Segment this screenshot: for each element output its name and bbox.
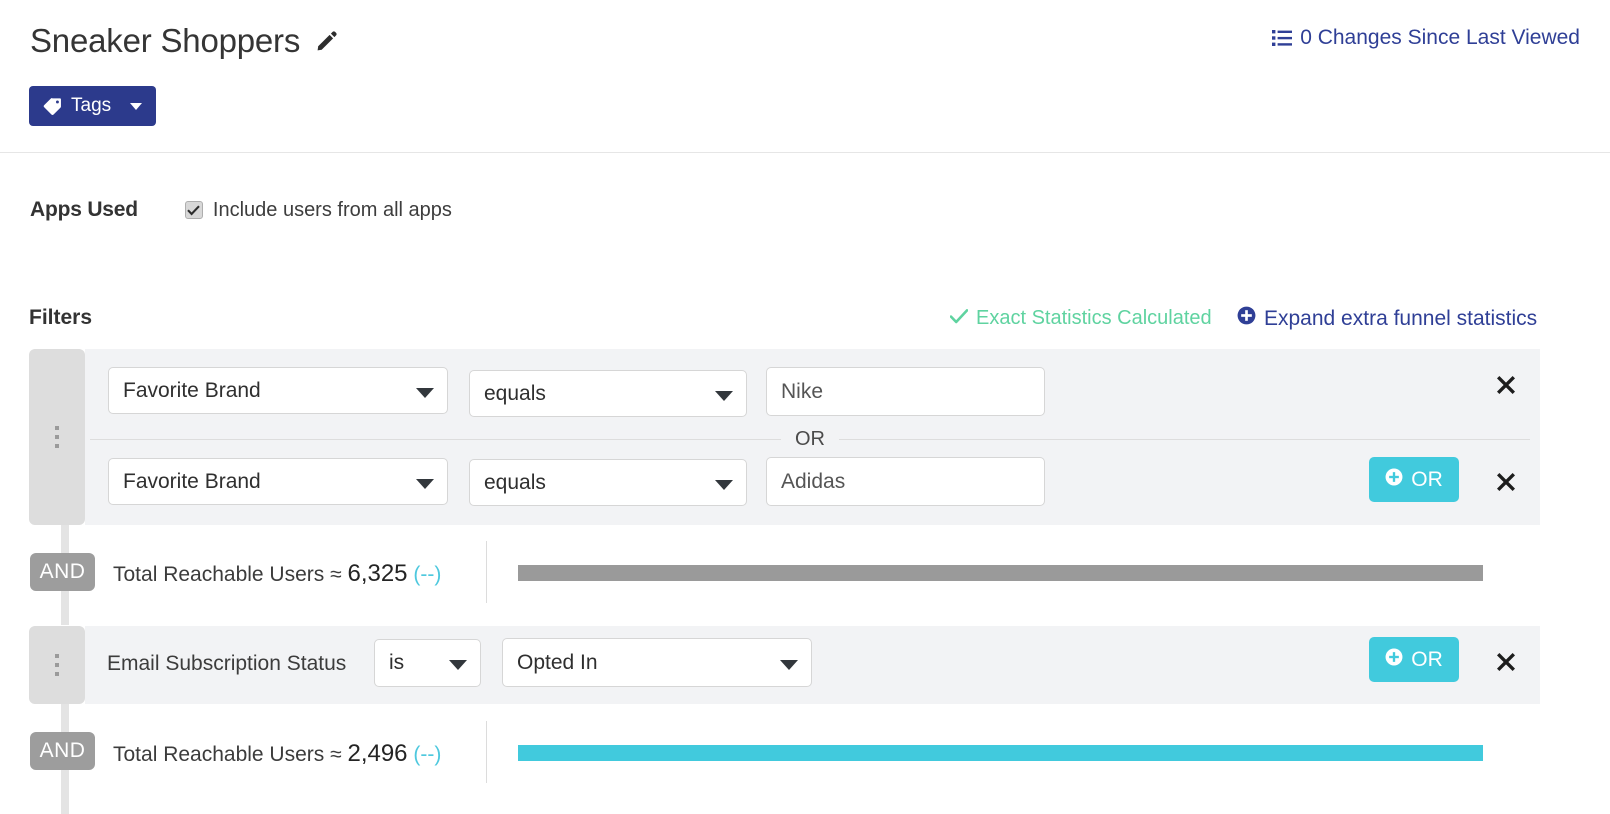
- filter-1-value-input[interactable]: Nike: [766, 367, 1045, 416]
- include-all-apps-checkbox[interactable]: [184, 201, 203, 219]
- reach-row-2-bar: [518, 745, 1483, 761]
- close-icon: [1497, 473, 1515, 491]
- include-all-apps-label: Include users from all apps: [212, 198, 452, 221]
- chevron-down-icon: [715, 479, 733, 490]
- tag-icon: [43, 97, 62, 116]
- filter-3-value-text: Opted In: [517, 650, 598, 674]
- pencil-icon[interactable]: [314, 28, 340, 54]
- page-title: Sneaker Shoppers: [30, 22, 301, 59]
- filter-2-operator-value: equals: [484, 470, 546, 494]
- or-divider: OR: [90, 426, 1530, 452]
- tags-button[interactable]: Tags: [29, 86, 157, 126]
- plus-circle-icon: [1385, 468, 1403, 492]
- changes-link-label: 0 Changes Since Last Viewed: [1300, 26, 1580, 49]
- total-reachable-users-1-count: 6,325: [347, 560, 408, 587]
- expand-funnel-statistics-link[interactable]: Expand extra funnel statistics: [1237, 306, 1537, 331]
- total-reachable-users-2-prefix: Total Reachable Users ≈: [113, 743, 348, 766]
- filter-2-operator-select[interactable]: equals: [469, 459, 747, 506]
- filter-3-delete-button[interactable]: [1493, 649, 1519, 675]
- filter-3-add-or-button[interactable]: OR: [1369, 637, 1459, 682]
- filter-2-value-text: Adidas: [781, 469, 846, 493]
- filter-2-add-or-button[interactable]: OR: [1369, 457, 1459, 502]
- segment-builder-page: Sneaker Shoppers Tags 0 Changes Since La…: [0, 0, 1610, 814]
- filter-2-field-value: Favorite Brand: [123, 469, 261, 493]
- total-reachable-users-2: Total Reachable Users ≈ 2,496 (--): [113, 740, 441, 768]
- filter-group-2-drag-handle[interactable]: [29, 626, 85, 704]
- title-row: Sneaker Shoppers: [30, 22, 340, 60]
- page-header: Sneaker Shoppers Tags 0 Changes Since La…: [0, 0, 1610, 153]
- plus-circle-icon: [1237, 306, 1256, 331]
- filter-2-value-input[interactable]: Adidas: [766, 457, 1045, 506]
- filter-2-field-select[interactable]: Favorite Brand: [108, 458, 448, 505]
- exact-statistics-label: Exact Statistics Calculated: [976, 307, 1212, 329]
- and-connector-2-label: AND: [39, 739, 86, 762]
- close-icon: [1497, 653, 1515, 671]
- or-divider-line-right: [839, 438, 1530, 440]
- filter-group-1-drag-handle[interactable]: [29, 349, 85, 525]
- filter-1-operator-select[interactable]: equals: [469, 370, 747, 417]
- filter-3-add-or-label: OR: [1411, 647, 1443, 671]
- apps-used-row: Apps Used Include users from all apps: [30, 198, 452, 222]
- and-connector-2: AND: [30, 732, 95, 770]
- chevron-down-icon: [780, 659, 798, 670]
- total-reachable-users-1-delta: (--): [413, 563, 442, 586]
- total-reachable-users-2-count: 2,496: [347, 740, 408, 767]
- chevron-down-icon: [416, 387, 434, 398]
- reach-row-1-separator: [486, 541, 487, 603]
- changes-since-last-viewed-link[interactable]: 0 Changes Since Last Viewed: [1272, 26, 1580, 50]
- and-connector-1: AND: [30, 553, 95, 591]
- or-divider-line-left: [90, 438, 781, 440]
- filter-3-operator-value: is: [389, 651, 405, 674]
- filter-1-field-value: Favorite Brand: [123, 378, 261, 402]
- filters-heading: Filters: [29, 306, 93, 329]
- check-icon: [949, 307, 969, 330]
- tags-button-label: Tags: [71, 95, 112, 116]
- filter-1-field-select[interactable]: Favorite Brand: [108, 367, 448, 414]
- header-divider: [0, 152, 1610, 153]
- filter-3-value-select[interactable]: Opted In: [502, 638, 812, 687]
- chevron-down-icon: [130, 102, 143, 110]
- include-all-apps-checkbox-wrapper[interactable]: Include users from all apps: [184, 198, 452, 222]
- chevron-down-icon: [715, 390, 733, 401]
- and-connector-1-label: AND: [39, 560, 86, 583]
- total-reachable-users-2-delta: (--): [413, 743, 442, 766]
- expand-funnel-statistics-label: Expand extra funnel statistics: [1264, 306, 1538, 330]
- reach-row-1-bar: [518, 565, 1483, 581]
- filter-1-value-text: Nike: [781, 379, 824, 403]
- total-reachable-users-1: Total Reachable Users ≈ 6,325 (--): [113, 560, 441, 588]
- drag-handle-icon[interactable]: [55, 426, 59, 448]
- filter-2-add-or-label: OR: [1411, 467, 1443, 491]
- drag-handle-icon[interactable]: [55, 654, 59, 676]
- list-icon: [1272, 29, 1293, 47]
- filter-2-delete-button[interactable]: [1493, 469, 1519, 495]
- filter-tree: Favorite Brand equals Nike OR Favorite B…: [0, 349, 1610, 814]
- reach-row-2-separator: [486, 721, 487, 783]
- filter-1-operator-value: equals: [484, 381, 546, 405]
- filter-1-delete-button[interactable]: [1493, 372, 1519, 398]
- plus-circle-icon: [1385, 648, 1403, 672]
- exact-statistics-status: Exact Statistics Calculated: [949, 307, 1212, 330]
- filter-3-operator-select[interactable]: is: [374, 639, 481, 687]
- close-icon: [1497, 376, 1515, 394]
- chevron-down-icon: [416, 478, 434, 489]
- filter-3-field-label: Email Subscription Status: [107, 652, 347, 675]
- or-divider-label: OR: [795, 427, 825, 450]
- chevron-down-icon: [449, 660, 467, 670]
- total-reachable-users-1-prefix: Total Reachable Users ≈: [113, 563, 348, 586]
- apps-used-label: Apps Used: [30, 198, 138, 221]
